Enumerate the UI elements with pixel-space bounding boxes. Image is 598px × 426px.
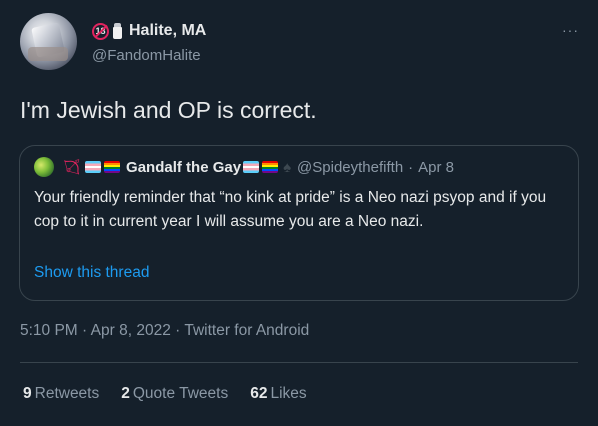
quote-tweets-count: 2 bbox=[121, 385, 130, 402]
retweets-label: Retweets bbox=[34, 385, 100, 402]
quoted-date: Apr 8 bbox=[418, 158, 455, 176]
divider bbox=[20, 362, 578, 363]
quote-tweets-label: Quote Tweets bbox=[132, 385, 229, 402]
separator-dot: · bbox=[408, 158, 414, 176]
no-under-18-icon: 18 bbox=[92, 22, 109, 40]
avatar-base-image bbox=[28, 47, 68, 61]
bow-and-arrow-icon: 🏹︎ bbox=[62, 159, 82, 176]
rainbow-flag-icon bbox=[104, 161, 121, 173]
show-this-thread-link[interactable]: Show this thread bbox=[34, 264, 149, 282]
author-name-row[interactable]: 18 Halite, MA bbox=[92, 20, 206, 42]
avatar[interactable] bbox=[20, 13, 77, 70]
retweets-stat[interactable]: 9 Retweets bbox=[23, 385, 99, 403]
engagement-stats: 9 Retweets 2 Quote Tweets 62 Likes bbox=[23, 385, 307, 403]
likes-count: 62 bbox=[250, 385, 268, 402]
quoted-avatar bbox=[34, 157, 54, 177]
likes-stat[interactable]: 62 Likes bbox=[250, 385, 306, 403]
tweet-date[interactable]: Apr 8, 2022 bbox=[91, 322, 171, 339]
tweet-header: 18 Halite, MA @FandomHalite bbox=[92, 20, 206, 64]
more-options-icon[interactable]: ··· bbox=[562, 22, 579, 38]
separator-dot: · bbox=[175, 322, 181, 339]
trans-flag-icon bbox=[243, 161, 260, 173]
author-display-name[interactable]: Halite, MA bbox=[129, 22, 206, 40]
likes-label: Likes bbox=[270, 385, 307, 402]
rainbow-flag-icon bbox=[262, 161, 279, 173]
tweet-source: Twitter for Android bbox=[184, 322, 310, 339]
trans-flag-icon bbox=[85, 161, 102, 173]
salt-shaker-icon bbox=[113, 23, 122, 39]
quoted-tweet-text: Your friendly reminder that “no kink at … bbox=[34, 189, 547, 230]
tweet-metadata: 5:10 PM · Apr 8, 2022 · Twitter for Andr… bbox=[20, 322, 309, 340]
quoted-handle: @Spideythefifth bbox=[297, 158, 404, 176]
quoted-display-name: Gandalf the Gay bbox=[126, 158, 242, 176]
tweet-time[interactable]: 5:10 PM bbox=[20, 322, 78, 339]
retweets-count: 9 bbox=[23, 385, 32, 402]
separator-dot: · bbox=[82, 322, 88, 339]
spade-icon: ♠ bbox=[283, 158, 292, 176]
quote-tweets-stat[interactable]: 2 Quote Tweets bbox=[121, 385, 228, 403]
author-handle[interactable]: @FandomHalite bbox=[92, 47, 206, 64]
tweet-text: I'm Jewish and OP is correct. bbox=[20, 97, 317, 123]
quoted-tweet[interactable]: 🏹︎ Gandalf the Gay ♠ @Spideythefifth · A… bbox=[19, 145, 579, 301]
quoted-tweet-header: 🏹︎ Gandalf the Gay ♠ @Spideythefifth · A… bbox=[34, 157, 454, 177]
